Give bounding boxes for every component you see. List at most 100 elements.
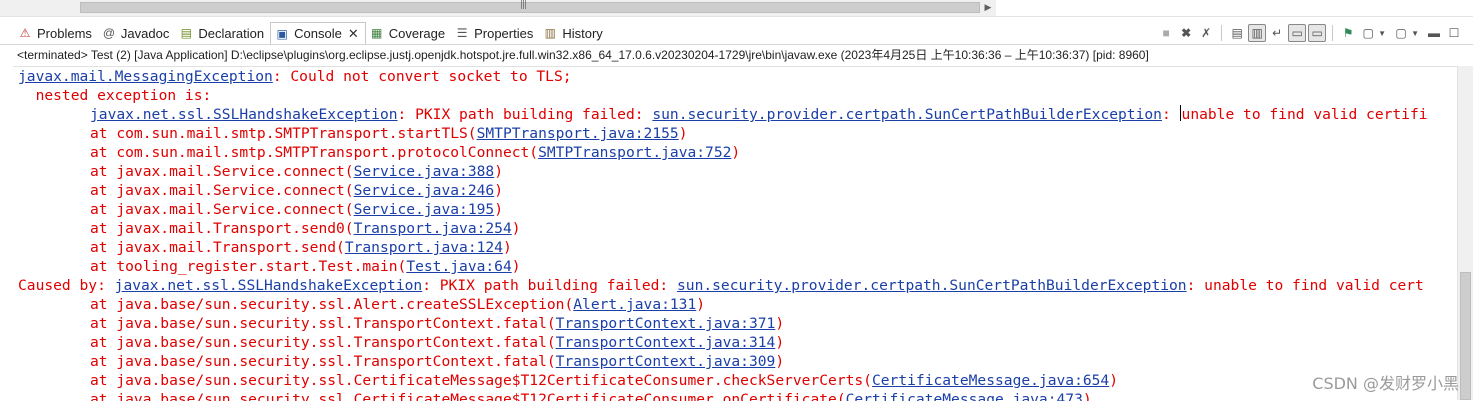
console-text: at javax.mail.Service.connect( bbox=[90, 182, 354, 199]
text-caret bbox=[1179, 105, 1181, 121]
minimize-icon[interactable]: ▬ bbox=[1425, 24, 1443, 42]
source-link[interactable]: Service.java:388 bbox=[354, 163, 495, 180]
tab-label: Javadoc bbox=[120, 25, 170, 41]
source-link[interactable]: CertificateMessage.java:654 bbox=[872, 372, 1109, 389]
view-tab-bar: ⚠ Problems @ Javadoc ▤ Declaration ▣ Con… bbox=[0, 22, 1473, 45]
console-text: : Could not convert socket to TLS; bbox=[272, 68, 572, 85]
chevron-down-icon[interactable]: ▼ bbox=[1378, 29, 1386, 38]
source-link[interactable]: Test.java:64 bbox=[406, 258, 511, 275]
console-text: ) bbox=[775, 315, 785, 332]
console-text: at com.sun.mail.smtp.SMTPTransport.proto… bbox=[90, 144, 539, 161]
stack-frame-line: at javax.mail.Service.connect(Service.ja… bbox=[90, 181, 503, 200]
vertical-scrollbar[interactable] bbox=[1457, 66, 1473, 400]
show-console-on-stderr-icon[interactable]: ▭ bbox=[1308, 24, 1327, 42]
source-link[interactable]: Service.java:195 bbox=[354, 201, 495, 218]
history-icon: ▥ bbox=[544, 26, 557, 40]
console-text: ) bbox=[494, 163, 503, 180]
console-text: : PKIX path building failed: bbox=[397, 106, 653, 123]
tab-label: Declaration bbox=[198, 25, 265, 41]
remove-all-terminated-icon[interactable]: ✗ bbox=[1197, 24, 1215, 42]
declaration-icon: ▤ bbox=[180, 26, 193, 40]
stack-frame-line: at com.sun.mail.smtp.SMTPTransport.proto… bbox=[90, 143, 740, 162]
tab-coverage[interactable]: ▦ Coverage bbox=[366, 22, 451, 44]
source-link[interactable]: TransportContext.java:314 bbox=[556, 334, 776, 351]
tab-console[interactable]: ▣ Console ✕ bbox=[270, 22, 366, 44]
scrollbar-thumb[interactable] bbox=[1460, 272, 1471, 400]
console-line: javax.mail.MessagingException: Could not… bbox=[18, 67, 572, 86]
stack-frame-line: at java.base/sun.security.ssl.Certificat… bbox=[90, 371, 1118, 390]
console-text: at java.base/sun.security.ssl.TransportC… bbox=[90, 315, 556, 332]
source-link[interactable]: SMTPTransport.java:2155 bbox=[477, 125, 679, 142]
clear-console-icon[interactable]: ▤ bbox=[1228, 24, 1246, 42]
stack-frame-line: at javax.mail.Service.connect(Service.ja… bbox=[90, 200, 503, 219]
console-text: : unable to find valid cert bbox=[1186, 277, 1424, 294]
stack-frame-line: at javax.mail.Service.connect(Service.ja… bbox=[90, 162, 503, 181]
open-console-icon[interactable]: ▢ bbox=[1392, 24, 1410, 42]
scrollbar-grip-icon: ||| bbox=[520, 0, 527, 10]
source-link[interactable]: Transport.java:254 bbox=[354, 220, 512, 237]
pin-console-icon[interactable]: ⚑ bbox=[1339, 24, 1357, 42]
exception-link[interactable]: sun.security.provider.certpath.SunCertPa… bbox=[652, 106, 1162, 123]
console-text: : bbox=[1161, 106, 1180, 123]
console-text: ) bbox=[775, 334, 785, 351]
tab-javadoc[interactable]: @ Javadoc bbox=[98, 22, 175, 44]
word-wrap-icon[interactable]: ↵ bbox=[1268, 24, 1286, 42]
tab-problems[interactable]: ⚠ Problems bbox=[14, 22, 98, 44]
stack-frame-line: at java.base/sun.security.ssl.TransportC… bbox=[90, 352, 784, 371]
console-text: at javax.mail.Transport.send0( bbox=[90, 220, 354, 237]
source-link[interactable]: TransportContext.java:371 bbox=[556, 315, 776, 332]
tab-properties[interactable]: ☰ Properties bbox=[451, 22, 539, 44]
stack-frame-line: at java.base/sun.security.ssl.TransportC… bbox=[90, 314, 784, 333]
console-text: ) bbox=[1109, 372, 1119, 389]
toolbar-separator bbox=[1332, 25, 1334, 41]
exception-link[interactable]: javax.net.ssl.SSLHandshakeException bbox=[115, 277, 423, 294]
view-tabs: ⚠ Problems @ Javadoc ▤ Declaration ▣ Con… bbox=[14, 22, 609, 44]
close-icon[interactable]: ✕ bbox=[348, 26, 359, 42]
remove-launch-icon[interactable]: ✖ bbox=[1177, 24, 1195, 42]
stack-frame-line: at java.base/sun.security.ssl.TransportC… bbox=[90, 333, 784, 352]
stack-frame-line: at java.base/sun.security.ssl.Certificat… bbox=[90, 390, 1092, 401]
properties-icon: ☰ bbox=[456, 26, 468, 40]
stack-frame-line: at javax.mail.Transport.send0(Transport.… bbox=[90, 219, 521, 238]
source-link[interactable]: Alert.java:131 bbox=[573, 296, 696, 313]
process-status-line: <terminated> Test (2) [Java Application]… bbox=[17, 48, 1149, 62]
source-link[interactable]: Service.java:246 bbox=[354, 182, 495, 199]
stack-frame-line: at java.base/sun.security.ssl.Alert.crea… bbox=[90, 295, 705, 314]
tab-history[interactable]: ▥ History bbox=[539, 22, 608, 44]
javadoc-icon: @ bbox=[102, 26, 116, 40]
toolbar-separator bbox=[1221, 25, 1223, 41]
stack-frame-line: at tooling_register.start.Test.main(Test… bbox=[90, 257, 521, 276]
console-text: ) bbox=[494, 182, 503, 199]
tab-declaration[interactable]: ▤ Declaration bbox=[175, 22, 270, 44]
scroll-right-arrow-icon[interactable]: ▶ bbox=[982, 2, 994, 13]
console-output[interactable]: javax.mail.MessagingException: Could not… bbox=[13, 66, 1457, 401]
watermark: CSDN @发财罗小黑 bbox=[1312, 374, 1459, 393]
console-toolbar: ■ ✖ ✗ ▤ ▥ ↵ ▭ ▭ ⚑ ▢ ▼ ▢ ▼ ▬ ☐ bbox=[1157, 24, 1463, 42]
scroll-lock-icon[interactable]: ▥ bbox=[1248, 24, 1267, 42]
source-link[interactable]: SMTPTransport.java:752 bbox=[538, 144, 731, 161]
exception-link[interactable]: sun.security.provider.certpath.SunCertPa… bbox=[677, 277, 1187, 294]
console-text: unable to find valid certifi bbox=[1181, 106, 1428, 123]
console-text: ) bbox=[678, 125, 688, 142]
console-line: Caused by: javax.net.ssl.SSLHandshakeExc… bbox=[18, 276, 1424, 295]
scrollbar-thumb[interactable] bbox=[80, 2, 980, 13]
problems-icon: ⚠ bbox=[19, 26, 31, 40]
show-console-on-stdout-icon[interactable]: ▭ bbox=[1288, 24, 1307, 42]
console-text: ) bbox=[502, 239, 512, 256]
terminate-icon[interactable]: ■ bbox=[1157, 24, 1175, 42]
source-link[interactable]: Transport.java:124 bbox=[345, 239, 503, 256]
console-text: ) bbox=[494, 201, 503, 218]
maximize-icon[interactable]: ☐ bbox=[1445, 24, 1463, 42]
console-text: ) bbox=[511, 220, 521, 237]
top-horizontal-scrollbar[interactable]: ||| ▶ bbox=[0, 0, 1473, 17]
exception-link[interactable]: javax.mail.MessagingException bbox=[18, 68, 273, 85]
exception-link[interactable]: javax.net.ssl.SSLHandshakeException bbox=[90, 106, 398, 123]
console-text: at com.sun.mail.smtp.SMTPTransport.start… bbox=[90, 125, 477, 142]
display-selected-console-icon[interactable]: ▢ bbox=[1359, 24, 1377, 42]
source-link[interactable]: TransportContext.java:309 bbox=[556, 353, 776, 370]
console-text: ) bbox=[731, 144, 741, 161]
console-text: nested exception is: bbox=[18, 87, 212, 104]
tab-label: History bbox=[562, 25, 603, 41]
stack-frame-line: at javax.mail.Transport.send(Transport.j… bbox=[90, 238, 512, 257]
chevron-down-icon[interactable]: ▼ bbox=[1411, 29, 1419, 38]
